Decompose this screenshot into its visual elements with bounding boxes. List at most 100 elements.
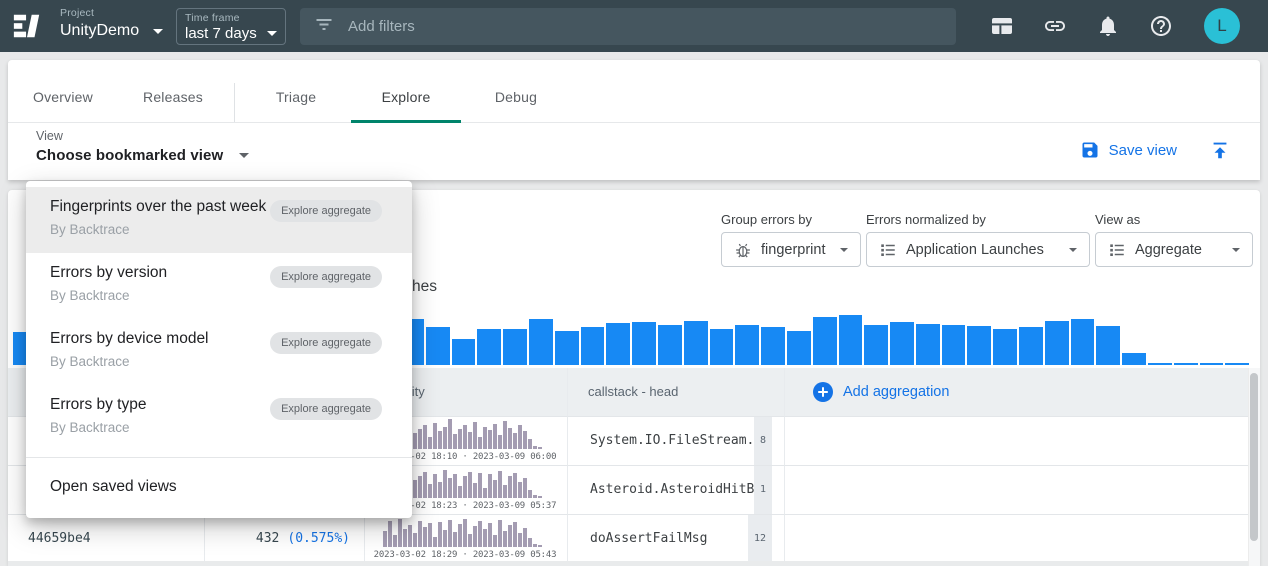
- errors-count-cell: 432(0.575%): [205, 515, 365, 564]
- fingerprint-cell: 44659be4: [8, 515, 205, 564]
- tab-explore[interactable]: Explore: [351, 72, 461, 122]
- view-actions: Save view: [1080, 139, 1231, 161]
- timeframe-selector[interactable]: Time frame last 7 days: [176, 8, 286, 45]
- sparkline-bar: [443, 470, 447, 498]
- histogram-bar: [1200, 363, 1224, 365]
- histogram-bar: [426, 327, 450, 365]
- histogram-bar: [787, 331, 811, 365]
- histogram-bar: [477, 329, 501, 365]
- sparkline-bar: [423, 527, 427, 547]
- group-errors-by-select[interactable]: fingerprint: [721, 232, 861, 267]
- sparkline-bar: [438, 431, 442, 449]
- menu-item-errors-by-device-model[interactable]: Errors by device model By Backtrace Expl…: [26, 319, 412, 385]
- sparkline-bar: [458, 486, 462, 498]
- dashboard-layout-icon[interactable]: [990, 14, 1014, 38]
- group-errors-by-label: Group errors by: [721, 212, 861, 227]
- user-avatar[interactable]: L: [1204, 8, 1240, 44]
- filter-icon: [314, 14, 334, 39]
- table-scrollbar[interactable]: [1250, 373, 1258, 541]
- view-as-select[interactable]: Aggregate: [1095, 232, 1253, 267]
- table-scrollbar-track: [1248, 368, 1260, 566]
- sparkline-bar: [513, 522, 517, 547]
- help-icon[interactable]: [1149, 14, 1173, 38]
- sparkline-bar: [483, 488, 487, 498]
- link-icon[interactable]: [1043, 14, 1067, 38]
- publish-view-icon[interactable]: [1209, 139, 1231, 161]
- sparkline-bar: [383, 531, 387, 547]
- activity-cell: 2023-03-02 18:29 · 2023-03-09 05:43: [365, 515, 568, 564]
- sparkline-bar: [518, 482, 522, 498]
- menu-item-fingerprints-over-past-week[interactable]: Fingerprints over the past week By Backt…: [26, 187, 412, 253]
- errors-normalized-by-select[interactable]: Application Launches: [866, 232, 1090, 267]
- view-as-label: View as: [1095, 212, 1253, 227]
- sparkline-bar: [418, 476, 422, 498]
- sparkline-bar: [468, 432, 472, 449]
- save-view-button[interactable]: Save view: [1080, 140, 1177, 160]
- menu-divider: [26, 457, 412, 458]
- sparkline-bar: [448, 520, 452, 547]
- histogram-bar: [1174, 363, 1198, 365]
- sparkline-bar: [533, 446, 537, 449]
- histogram-bar: [658, 325, 682, 365]
- sparkline-bar: [493, 480, 497, 498]
- sparkline-bar: [518, 533, 522, 547]
- histogram-bar: [1148, 363, 1172, 365]
- histogram-bar: [684, 321, 708, 365]
- view-as-control: View as Aggregate: [1095, 212, 1253, 267]
- bookmarked-view-select[interactable]: Choose bookmarked view: [36, 147, 249, 164]
- tab-bar: Overview Releases Triage Explore Debug: [8, 72, 1260, 123]
- sparkline-bar: [413, 480, 417, 498]
- bookmarked-view-value: Choose bookmarked view: [36, 147, 223, 164]
- sparkline-bar: [503, 421, 507, 449]
- sparkline-bar: [438, 482, 442, 498]
- sparkline-bar: [523, 431, 527, 449]
- sparkline-bar: [423, 472, 427, 498]
- sparkline-bar: [513, 473, 517, 498]
- backtrace-logo-icon[interactable]: [12, 11, 42, 41]
- sparkline-bar: [448, 419, 452, 449]
- callstack-cell: doAssertFailMsg 12: [568, 515, 785, 564]
- explore-aggregate-badge: Explore aggregate: [270, 266, 382, 288]
- filters-input[interactable]: Add filters: [300, 8, 956, 45]
- tab-releases[interactable]: Releases: [118, 72, 228, 122]
- aggregation-cell: [785, 515, 1248, 564]
- menu-item-open-saved-views[interactable]: Open saved views: [26, 464, 412, 510]
- sparkline-bar: [528, 538, 532, 547]
- histogram-bar: [452, 339, 476, 365]
- table-row[interactable]: 44659be4 432(0.575%) 2023-03-02 18:29 · …: [8, 515, 1248, 564]
- sparkline-bar: [508, 428, 512, 449]
- sparkline-bar: [533, 495, 537, 498]
- histogram-bar: [632, 322, 656, 365]
- sparkline-bar: [523, 528, 527, 547]
- histogram-bar: [993, 329, 1017, 365]
- sparkline-bar: [503, 485, 507, 498]
- sparkline-bar: [433, 474, 437, 498]
- sparkline-bar: [488, 430, 492, 449]
- menu-item-errors-by-type[interactable]: Errors by type By Backtrace Explore aggr…: [26, 385, 412, 451]
- sparkline-bar: [473, 422, 477, 449]
- chevron-down-icon: [840, 248, 848, 252]
- menu-item-errors-by-version[interactable]: Errors by version By Backtrace Explore a…: [26, 253, 412, 319]
- horizontal-scroll-strip: [8, 561, 1248, 566]
- tab-overview[interactable]: Overview: [8, 72, 118, 122]
- notifications-bell-icon[interactable]: [1096, 14, 1120, 38]
- sparkline-bar: [418, 429, 422, 449]
- list-icon: [1108, 241, 1126, 259]
- chevron-down-icon: [267, 31, 277, 36]
- sparkline-bar: [463, 476, 467, 498]
- histogram-bar: [942, 325, 966, 365]
- column-header-callstack-head[interactable]: callstack - head: [568, 368, 785, 417]
- tab-triage[interactable]: Triage: [241, 72, 351, 122]
- tab-debug[interactable]: Debug: [461, 72, 571, 122]
- histogram-bar: [555, 331, 579, 365]
- sparkline-bar: [528, 490, 532, 498]
- histogram-bar: [1019, 327, 1043, 365]
- histogram-bar: [1096, 326, 1120, 365]
- project-selector[interactable]: Project UnityDemo: [60, 7, 163, 40]
- sparkline-bar: [538, 545, 542, 547]
- add-aggregation-button[interactable]: Add aggregation: [813, 382, 949, 402]
- project-value: UnityDemo: [60, 22, 139, 40]
- sparkline-bar: [443, 530, 447, 547]
- errors-normalized-by-label: Errors normalized by: [866, 212, 1090, 227]
- sparkline-bar: [488, 474, 492, 498]
